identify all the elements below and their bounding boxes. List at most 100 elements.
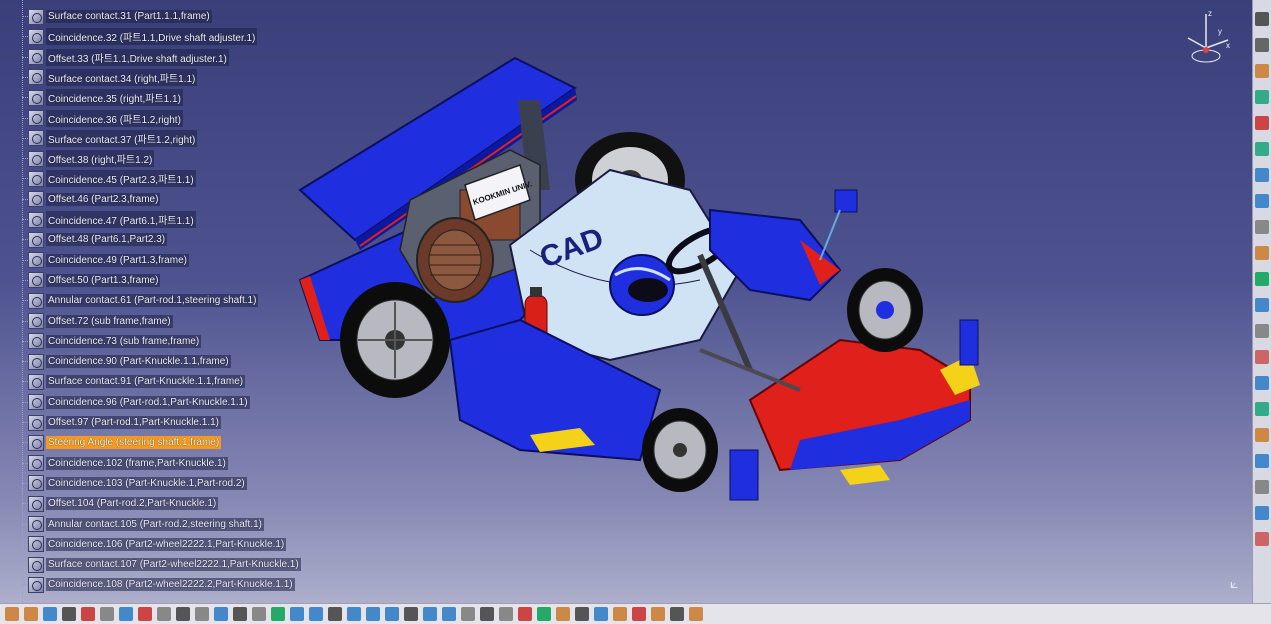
toolbar-tool-icon[interactable] (1255, 532, 1269, 546)
constraint-icon[interactable] (28, 110, 44, 126)
tree-node-label[interactable]: Offset.97 (Part-rod.1,Part-Knuckle.1.1) (46, 416, 222, 429)
toolbar-tool-icon[interactable] (670, 607, 684, 621)
tree-node-label[interactable]: Coincidence.47 (Part6.1,파트1.1) (46, 211, 196, 228)
toolbar-tool-icon[interactable] (404, 607, 418, 621)
constraint-icon[interactable] (28, 414, 44, 431)
tree-node-label[interactable]: Coincidence.32 (파트1.1,Drive shaft adjust… (46, 28, 258, 46)
constraint-icon[interactable] (28, 8, 44, 25)
tree-node-label[interactable]: Coincidence.96 (Part-rod.1,Part-Knuckle.… (46, 395, 250, 409)
tree-node[interactable]: Offset.48 (Part6.1,Part2.3) (22, 230, 168, 249)
toolbar-tool-icon[interactable] (1255, 376, 1269, 390)
tree-node[interactable]: Surface contact.31 (Part1.1.1,frame) (22, 7, 212, 26)
tree-node-label[interactable]: Steering Angle (steering shaft.1,frame) (46, 436, 222, 450)
toolbar-tool-icon[interactable] (1255, 246, 1269, 260)
toolbar-tool-icon[interactable] (1255, 142, 1269, 156)
tree-node-label[interactable]: Offset.46 (Part2.3,frame) (46, 192, 161, 206)
tree-node[interactable]: Coincidence.73 (sub frame,frame) (22, 332, 202, 351)
toolbar-tool-icon[interactable] (290, 607, 304, 621)
tree-node[interactable]: Coincidence.36 (파트1.2,right) (22, 109, 183, 128)
toolbar-tool-icon[interactable] (689, 607, 703, 621)
toolbar-tool-icon[interactable] (632, 607, 646, 621)
tree-node-label[interactable]: Coincidence.106 (Part2-wheel2222.1,Part-… (46, 537, 287, 551)
tree-node-label[interactable]: Surface contact.107 (Part2-wheel2222.1,P… (46, 558, 301, 572)
toolbar-tool-icon[interactable] (119, 607, 133, 621)
toolbar-tool-icon[interactable] (1255, 480, 1269, 494)
constraint-icon[interactable] (28, 333, 44, 350)
toolbar-tool-icon[interactable] (176, 607, 190, 621)
toolbar-tool-icon[interactable] (1255, 194, 1269, 208)
tree-node-label[interactable]: Offset.48 (Part6.1,Part2.3) (46, 233, 168, 247)
toolbar-tool-icon[interactable] (252, 607, 266, 621)
toolbar-tool-icon[interactable] (575, 607, 589, 621)
toolbar-tool-icon[interactable] (1255, 220, 1269, 234)
constraint-icon[interactable] (28, 455, 44, 472)
toolbar-tool-icon[interactable] (1255, 12, 1269, 26)
tree-node[interactable]: Offset.72 (sub frame,frame) (22, 312, 173, 331)
tree-node-label[interactable]: Surface contact.34 (right,파트1.1) (46, 68, 198, 86)
toolbar-tool-icon[interactable] (442, 607, 456, 621)
tree-node[interactable]: Surface contact.37 (파트1.2,right) (22, 129, 198, 148)
toolbar-tool-icon[interactable] (1255, 168, 1269, 182)
tree-node[interactable]: Coincidence.106 (Part2-wheel2222.1,Part-… (22, 535, 287, 554)
constraint-icon[interactable] (28, 231, 44, 248)
tree-node-label[interactable]: Coincidence.49 (Part1.3,frame) (46, 253, 189, 267)
toolbar-tool-icon[interactable] (480, 607, 494, 621)
tree-node-label[interactable]: Coincidence.90 (Part-Knuckle.1.1,frame) (46, 355, 231, 369)
toolbar-tool-icon[interactable] (423, 607, 437, 621)
constraint-icon[interactable] (28, 373, 44, 390)
tree-node-label[interactable]: Offset.104 (Part-rod.2,Part-Knuckle.1) (46, 497, 219, 511)
tree-node[interactable]: Coincidence.102 (frame,Part-Knuckle.1) (22, 454, 228, 473)
tree-node[interactable]: Offset.38 (right,파트1.2) (22, 149, 155, 168)
tree-node[interactable]: Offset.50 (Part1.3,frame) (22, 271, 161, 290)
toolbar-tool-icon[interactable] (5, 607, 19, 621)
tree-node[interactable]: Surface contact.34 (right,파트1.1) (22, 68, 198, 87)
tree-node[interactable]: Coincidence.35 (right,파트1.1) (22, 88, 183, 107)
constraint-icon[interactable] (28, 272, 44, 289)
tree-node-label[interactable]: Annular contact.61 (Part-rod.1,steering … (46, 294, 259, 308)
constraint-icon[interactable] (28, 353, 44, 370)
toolbar-tool-icon[interactable] (613, 607, 627, 621)
tree-node-label[interactable]: Coincidence.108 (Part2-wheel2222.2,Part-… (46, 578, 295, 592)
toolbar-tool-icon[interactable] (100, 607, 114, 621)
toolbar-tool-icon[interactable] (1255, 506, 1269, 520)
constraint-icon[interactable] (28, 150, 44, 167)
tree-node-label[interactable]: Offset.38 (right,파트1.2) (46, 150, 155, 168)
toolbar-tool-icon[interactable] (138, 607, 152, 621)
constraint-icon[interactable] (28, 556, 44, 573)
constraint-icon[interactable] (28, 434, 44, 451)
tree-node-label[interactable]: Coincidence.102 (frame,Part-Knuckle.1) (46, 456, 228, 470)
toolbar-tool-icon[interactable] (43, 607, 57, 621)
tree-node[interactable]: Coincidence.49 (Part1.3,frame) (22, 251, 189, 270)
tree-node-label[interactable]: Offset.33 (파트1.1,Drive shaft adjuster.1) (46, 48, 229, 66)
toolbar-tool-icon[interactable] (594, 607, 608, 621)
go-kart-3d-model[interactable]: KOOKMIN UNIV. CAD (280, 40, 1000, 510)
tree-node[interactable]: Annular contact.105 (Part-rod.2,steering… (22, 515, 265, 534)
toolbar-tool-icon[interactable] (271, 607, 285, 621)
tree-node[interactable]: Coincidence.103 (Part-Knuckle.1,Part-rod… (22, 474, 247, 493)
tree-node-label[interactable]: Surface contact.91 (Part-Knuckle.1.1,fra… (46, 375, 246, 389)
tree-node[interactable]: Offset.104 (Part-rod.2,Part-Knuckle.1) (22, 494, 219, 513)
tree-node-label[interactable]: Offset.50 (Part1.3,frame) (46, 273, 161, 287)
compass-widget[interactable]: z y x (1176, 8, 1236, 68)
toolbar-tool-icon[interactable] (1255, 402, 1269, 416)
toolbar-tool-icon[interactable] (1255, 324, 1269, 338)
constraint-icon[interactable] (28, 576, 44, 593)
toolbar-tool-icon[interactable] (1255, 272, 1269, 286)
toolbar-tool-icon[interactable] (233, 607, 247, 621)
tree-node[interactable]: Offset.46 (Part2.3,frame) (22, 190, 161, 209)
toolbar-tool-icon[interactable] (62, 607, 76, 621)
toolbar-tool-icon[interactable] (24, 607, 38, 621)
toolbar-tool-icon[interactable] (157, 607, 171, 621)
constraint-icon[interactable] (28, 191, 44, 208)
tree-node[interactable]: Coincidence.32 (파트1.1,Drive shaft adjust… (22, 27, 258, 46)
toolbar-tool-icon[interactable] (81, 607, 95, 621)
toolbar-tool-icon[interactable] (1255, 90, 1269, 104)
toolbar-tool-icon[interactable] (651, 607, 665, 621)
toolbar-tool-icon[interactable] (195, 607, 209, 621)
toolbar-tool-icon[interactable] (518, 607, 532, 621)
toolbar-tool-icon[interactable] (385, 607, 399, 621)
tree-node-label[interactable]: Surface contact.37 (파트1.2,right) (46, 129, 198, 147)
tree-node[interactable]: Coincidence.45 (Part2.3,파트1.1) (22, 169, 196, 188)
toolbar-tool-icon[interactable] (1255, 298, 1269, 312)
tree-node[interactable]: Surface contact.107 (Part2-wheel2222.1,P… (22, 555, 301, 574)
